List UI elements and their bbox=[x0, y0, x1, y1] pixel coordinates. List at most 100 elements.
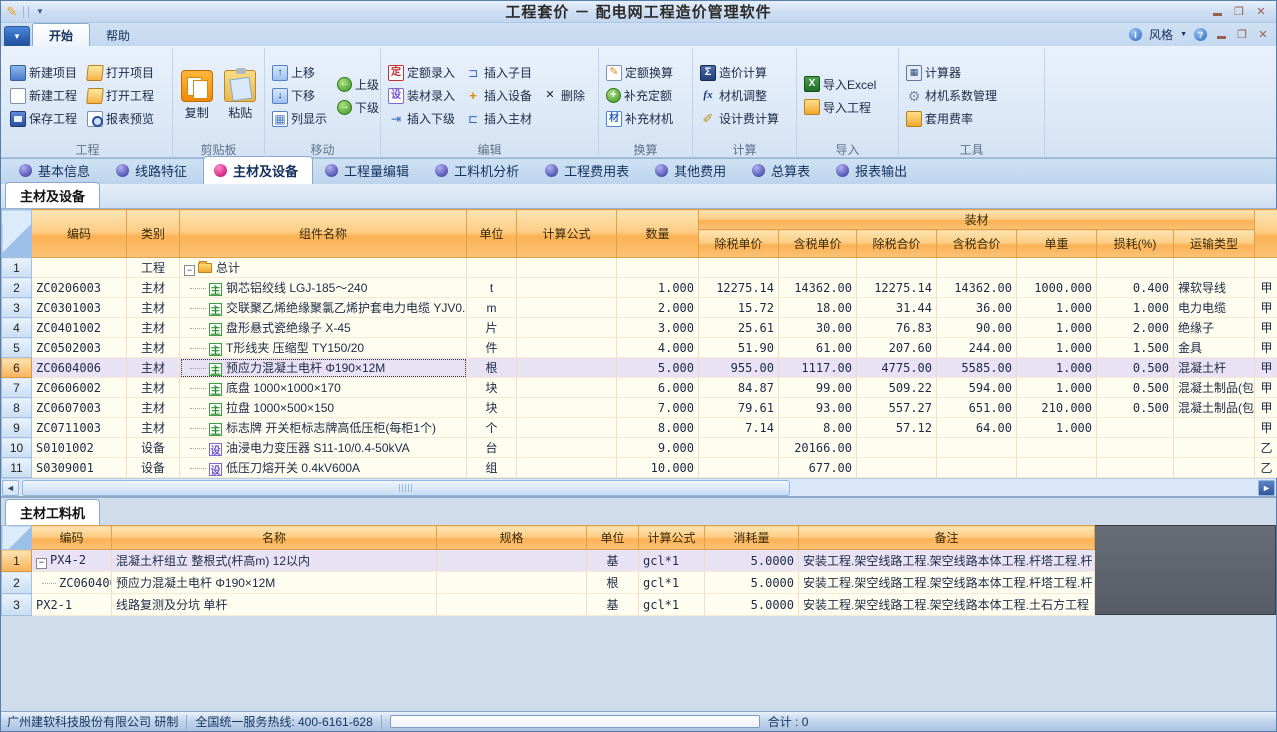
column-header-total-extax[interactable]: 除税合价 bbox=[857, 230, 937, 258]
cell-unit[interactable]: 块 bbox=[467, 378, 517, 398]
cell-loss[interactable]: 0.400 bbox=[1097, 278, 1174, 298]
cell-formula[interactable] bbox=[517, 438, 617, 458]
table-row[interactable]: 4ZC0401002主材主盘形悬式瓷绝缘子 X-45片3.00025.6130.… bbox=[2, 318, 1277, 338]
column-header-formula[interactable]: 计算公式 bbox=[639, 526, 705, 550]
mdi-close-button[interactable] bbox=[1256, 29, 1270, 41]
cell-code[interactable]: ZC0711003 bbox=[32, 418, 127, 438]
cell-unit[interactable]: 根 bbox=[587, 572, 639, 594]
cell-total-extax[interactable]: 12275.14 bbox=[857, 278, 937, 298]
cell-category[interactable]: 主材 bbox=[127, 358, 180, 378]
cell-component-name[interactable]: 主拉盘 1000×500×150 bbox=[180, 398, 467, 418]
column-header-flag[interactable] bbox=[1255, 210, 1277, 258]
cell-component-name[interactable]: 总计 bbox=[180, 258, 467, 278]
cell-formula[interactable] bbox=[517, 418, 617, 438]
import-excel-button[interactable]: 导入Excel bbox=[801, 74, 879, 95]
cell-quantity[interactable]: 9.000 bbox=[617, 438, 699, 458]
cell-price-inctax[interactable]: 18.00 bbox=[779, 298, 857, 318]
cell-unit-weight[interactable]: 1.000 bbox=[1017, 338, 1097, 358]
cell-formula[interactable] bbox=[517, 258, 617, 278]
cell-category[interactable]: 设备 bbox=[127, 458, 180, 478]
row-number-cell[interactable]: 1 bbox=[2, 550, 32, 572]
cell-category[interactable]: 主材 bbox=[127, 398, 180, 418]
cell-component-name[interactable]: 主交联聚乙烯绝缘聚氯乙烯护套电力电缆 YJV0. bbox=[180, 298, 467, 318]
cell-formula[interactable] bbox=[517, 318, 617, 338]
cell-name[interactable]: 混凝土杆组立 整根式(杆高m) 12以内 bbox=[112, 550, 437, 572]
cell-total-extax[interactable]: 57.12 bbox=[857, 418, 937, 438]
scrollbar-thumb[interactable] bbox=[22, 480, 790, 496]
ribbon-tab-help[interactable]: 帮助 bbox=[90, 24, 146, 46]
column-header-loss[interactable]: 损耗(%) bbox=[1097, 230, 1174, 258]
cell-transport-type[interactable]: 电力电缆 bbox=[1174, 298, 1255, 318]
table-row[interactable]: 7ZC0606002主材主底盘 1000×1000×170块6.00084.87… bbox=[2, 378, 1277, 398]
page-tab[interactable]: 报表输出 bbox=[826, 157, 921, 184]
cell-category[interactable]: 主材 bbox=[127, 378, 180, 398]
cell-flag[interactable] bbox=[1255, 258, 1277, 278]
cell-unit[interactable]: 片 bbox=[467, 318, 517, 338]
cell-unit[interactable]: 基 bbox=[587, 594, 639, 616]
cell-unit[interactable] bbox=[467, 258, 517, 278]
cell-transport-type[interactable]: 混凝土杆 bbox=[1174, 358, 1255, 378]
save-engineering-button[interactable]: 保存工程 bbox=[7, 108, 80, 129]
cell-category[interactable]: 主材 bbox=[127, 418, 180, 438]
cell-flag[interactable]: 乙 bbox=[1255, 458, 1277, 478]
cell-total-inctax[interactable]: 244.00 bbox=[937, 338, 1017, 358]
quota-entry-button[interactable]: 定额录入 bbox=[385, 62, 458, 83]
cell-flag[interactable]: 甲 bbox=[1255, 318, 1277, 338]
column-header-transport-type[interactable]: 运输类型 bbox=[1174, 230, 1255, 258]
cell-flag[interactable]: 甲 bbox=[1255, 358, 1277, 378]
cell-component-name[interactable]: 主盘形悬式瓷绝缘子 X-45 bbox=[180, 318, 467, 338]
row-number-cell[interactable]: 2 bbox=[2, 572, 32, 594]
cell-flag[interactable]: 乙 bbox=[1255, 438, 1277, 458]
cell-loss[interactable]: 1.500 bbox=[1097, 338, 1174, 358]
cell-code[interactable]: ZC0604006 bbox=[32, 572, 112, 594]
report-preview-button[interactable]: 报表预览 bbox=[84, 108, 157, 129]
cell-total-inctax[interactable]: 36.00 bbox=[937, 298, 1017, 318]
cell-price-inctax[interactable]: 677.00 bbox=[779, 458, 857, 478]
cell-code[interactable]: ZC0206003 bbox=[32, 278, 127, 298]
cell-code[interactable]: ZC0401002 bbox=[32, 318, 127, 338]
table-row[interactable]: 6ZC0604006主材主预应力混凝土电杆 Φ190×12M根5.000955.… bbox=[2, 358, 1277, 378]
column-header-note[interactable]: 备注 bbox=[799, 526, 1095, 550]
column-group-header-material[interactable]: 装材 bbox=[699, 210, 1255, 230]
row-number-cell[interactable]: 8 bbox=[2, 398, 32, 418]
row-number-cell[interactable]: 4 bbox=[2, 318, 32, 338]
supplement-quota-button[interactable]: 补充定额 bbox=[603, 85, 676, 106]
cell-unit-weight[interactable]: 210.000 bbox=[1017, 398, 1097, 418]
row-number-cell[interactable]: 6 bbox=[2, 358, 32, 378]
insert-sublevel-button[interactable]: 插入下级 bbox=[385, 108, 458, 129]
cell-category[interactable]: 设备 bbox=[127, 438, 180, 458]
cell-quantity[interactable]: 10.000 bbox=[617, 458, 699, 478]
cell-unit[interactable]: 件 bbox=[467, 338, 517, 358]
material-adjust-button[interactable]: 材机调整 bbox=[697, 85, 782, 106]
select-all-corner[interactable] bbox=[2, 526, 32, 550]
cell-price-inctax[interactable] bbox=[779, 258, 857, 278]
move-down-button[interactable]: 下移 bbox=[269, 85, 330, 106]
cell-total-inctax[interactable]: 14362.00 bbox=[937, 278, 1017, 298]
cell-code[interactable]: ZC0606002 bbox=[32, 378, 127, 398]
cell-price-extax[interactable]: 7.14 bbox=[699, 418, 779, 438]
table-row[interactable]: 8ZC0607003主材主拉盘 1000×500×150块7.00079.619… bbox=[2, 398, 1277, 418]
cell-price-inctax[interactable]: 14362.00 bbox=[779, 278, 857, 298]
page-tab[interactable]: 主材及设备 bbox=[203, 156, 313, 184]
cell-price-inctax[interactable]: 30.00 bbox=[779, 318, 857, 338]
cell-price-extax[interactable]: 84.87 bbox=[699, 378, 779, 398]
cell-transport-type[interactable]: 混凝土制品(包 bbox=[1174, 398, 1255, 418]
cell-flag[interactable]: 甲 bbox=[1255, 398, 1277, 418]
ribbon-tab-start[interactable]: 开始 bbox=[32, 23, 90, 46]
cell-loss[interactable]: 2.000 bbox=[1097, 318, 1174, 338]
style-menu[interactable]: 风格 bbox=[1149, 26, 1173, 43]
cell-quantity[interactable]: 4.000 bbox=[617, 338, 699, 358]
cell-unit[interactable]: m bbox=[467, 298, 517, 318]
row-number-cell[interactable]: 9 bbox=[2, 418, 32, 438]
cell-formula[interactable]: gcl*1 bbox=[639, 550, 705, 572]
cell-quantity[interactable]: 2.000 bbox=[617, 298, 699, 318]
cell-total-extax[interactable] bbox=[857, 438, 937, 458]
cell-consumption[interactable]: 5.0000 bbox=[705, 550, 799, 572]
cell-loss[interactable] bbox=[1097, 418, 1174, 438]
cell-price-inctax[interactable]: 93.00 bbox=[779, 398, 857, 418]
cell-consumption[interactable]: 5.0000 bbox=[705, 594, 799, 616]
cell-code[interactable]: ZC0604006 bbox=[32, 358, 127, 378]
cell-transport-type[interactable] bbox=[1174, 438, 1255, 458]
cell-code[interactable]: PX4-2 bbox=[32, 550, 112, 572]
cell-unit-weight[interactable]: 1.000 bbox=[1017, 318, 1097, 338]
